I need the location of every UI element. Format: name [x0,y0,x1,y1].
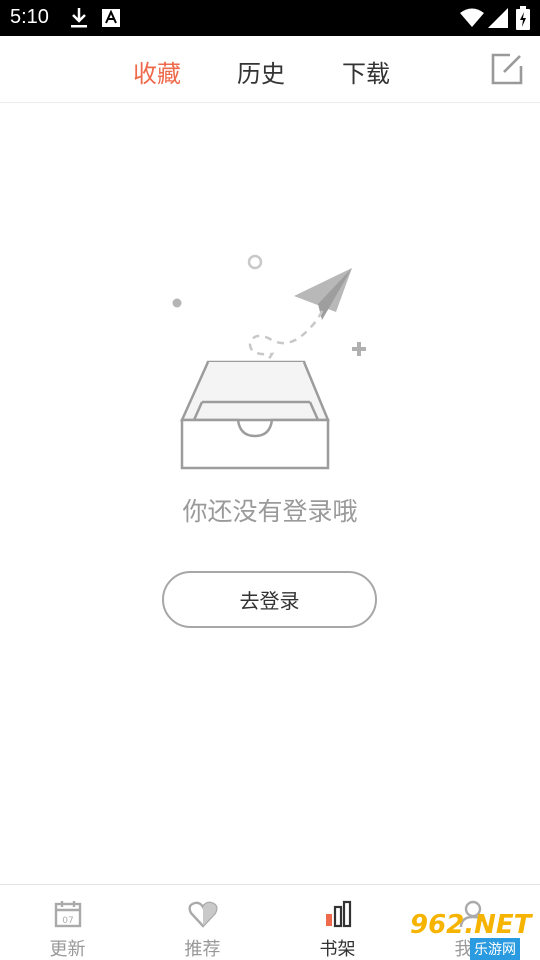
tab-history[interactable]: 历史 [237,54,285,89]
download-icon [71,8,87,28]
calendar-icon: 07 [54,901,81,928]
nav-item-updates[interactable]: 07 更新 [0,885,135,960]
empty-box-illustration [172,254,366,470]
nav-label-updates: 更新 [49,939,86,960]
status-bar: 5:10 [0,0,540,36]
tab-favorites[interactable]: 收藏 [133,54,181,89]
heart-icon [187,901,218,928]
nav-item-recommend[interactable]: 推荐 [135,885,270,960]
wifi-icon [460,8,484,27]
watermark-logo: 962.NET 乐游网 [400,908,540,960]
calendar-date-text: 07 [62,916,73,926]
tab-downloads[interactable]: 下载 [342,54,390,89]
text-a-icon [102,9,120,27]
empty-state-message: 你还没有登录哦 [182,497,358,526]
top-tab-bar: 收藏 历史 下载 [0,36,540,103]
nav-item-bookshelf[interactable]: 书架 [270,885,405,960]
watermark-sub: 乐游网 [470,938,520,960]
edit-icon[interactable] [490,52,524,86]
watermark-brand: 962.NET [410,910,532,940]
login-button[interactable]: 去登录 [162,571,377,628]
nav-label-bookshelf: 书架 [319,939,356,960]
status-time: 5:10 [10,6,49,28]
signal-icon [488,8,508,28]
nav-label-recommend: 推荐 [184,939,221,960]
battery-icon [516,6,530,30]
bar-chart-icon [325,900,351,928]
